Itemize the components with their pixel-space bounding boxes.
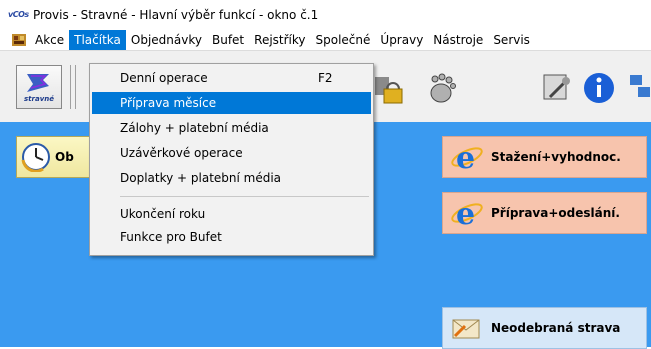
menu-spolecne[interactable]: Společné	[311, 30, 376, 50]
info-icon[interactable]	[582, 71, 616, 105]
svg-text:e: e	[456, 197, 475, 231]
neodebrana-strava-label: Neodebraná strava	[491, 321, 621, 335]
ie-icon: e	[451, 141, 483, 175]
menu-servis[interactable]: Servis	[488, 30, 535, 50]
menuitem-ukonceni-roku[interactable]: Ukončení roku	[92, 203, 371, 225]
stravne-label: stravné	[24, 95, 54, 103]
lock-icon[interactable]	[373, 71, 407, 105]
menuitem-shortcut: F2	[318, 71, 333, 85]
menu-bar: Akce Tlačítka Objednávky Bufet Rejstříky…	[0, 30, 651, 50]
svg-text:e: e	[456, 141, 475, 175]
app-menu-icon[interactable]	[11, 32, 27, 48]
menu-objednavky[interactable]: Objednávky	[126, 30, 207, 50]
neodebrana-strava-button[interactable]: Neodebraná strava	[442, 307, 647, 349]
menu-upravy[interactable]: Úpravy	[375, 30, 428, 50]
menu-akce[interactable]: Akce	[30, 30, 69, 50]
menuitem-label: Příprava měsíce	[120, 96, 217, 110]
menuitem-label: Zálohy + platební média	[120, 121, 269, 135]
menuitem-uzaverkove-operace[interactable]: Uzávěrkové operace	[92, 142, 371, 164]
tlacitka-dropdown-menu: Denní operace F2 Příprava měsíce Zálohy …	[89, 63, 374, 256]
menu-bufet[interactable]: Bufet	[207, 30, 249, 50]
stazeni-vyhodnoc-label: Stažení+vyhodnoc.	[491, 150, 621, 164]
priprava-odeslani-button[interactable]: e Příprava+odeslání.	[442, 192, 647, 234]
footprint-icon[interactable]	[425, 71, 459, 105]
menuitem-funkce-pro-bufet[interactable]: Funkce pro Bufet	[92, 226, 371, 248]
stravne-button[interactable]: stravné	[16, 65, 62, 109]
envelope-icon	[452, 319, 480, 339]
menu-nastroje[interactable]: Nástroje	[428, 30, 488, 50]
menuitem-label: Uzávěrkové operace	[120, 146, 243, 160]
obed-button-label: Ob	[55, 150, 74, 164]
tools-icon[interactable]	[540, 71, 574, 105]
priprava-odeslani-label: Příprava+odeslání.	[491, 206, 620, 220]
menuitem-doplatky[interactable]: Doplatky + platební média	[92, 167, 371, 189]
menuitem-label: Ukončení roku	[120, 207, 206, 221]
clock-icon	[21, 143, 50, 172]
app-logo-icon: vCOs	[8, 10, 29, 19]
menu-tlacitka[interactable]: Tlačítka	[69, 30, 126, 50]
menuitem-label: Doplatky + platební média	[120, 171, 282, 185]
menuitem-label: Funkce pro Bufet	[120, 230, 222, 244]
menuitem-label: Denní operace	[120, 71, 208, 85]
menuitem-denni-operace[interactable]: Denní operace F2	[92, 67, 371, 89]
menuitem-priprava-mesice[interactable]: Příprava měsíce	[92, 92, 371, 114]
menu-rejstriky[interactable]: Rejstříky	[249, 30, 310, 50]
menu-separator	[120, 196, 369, 197]
menuitem-zalohy[interactable]: Zálohy + platební média	[92, 117, 371, 139]
stazeni-vyhodnoc-button[interactable]: e Stažení+vyhodnoc.	[442, 136, 647, 178]
network-icon[interactable]	[628, 71, 651, 105]
title-bar: vCOs Provis - Stravné - Hlavní výběr fun…	[0, 0, 651, 30]
ie-icon: e	[451, 197, 483, 231]
toolbar-separator	[70, 65, 71, 109]
window-title: Provis - Stravné - Hlavní výběr funkcí -…	[33, 8, 319, 22]
toolbar-separator	[75, 65, 76, 109]
